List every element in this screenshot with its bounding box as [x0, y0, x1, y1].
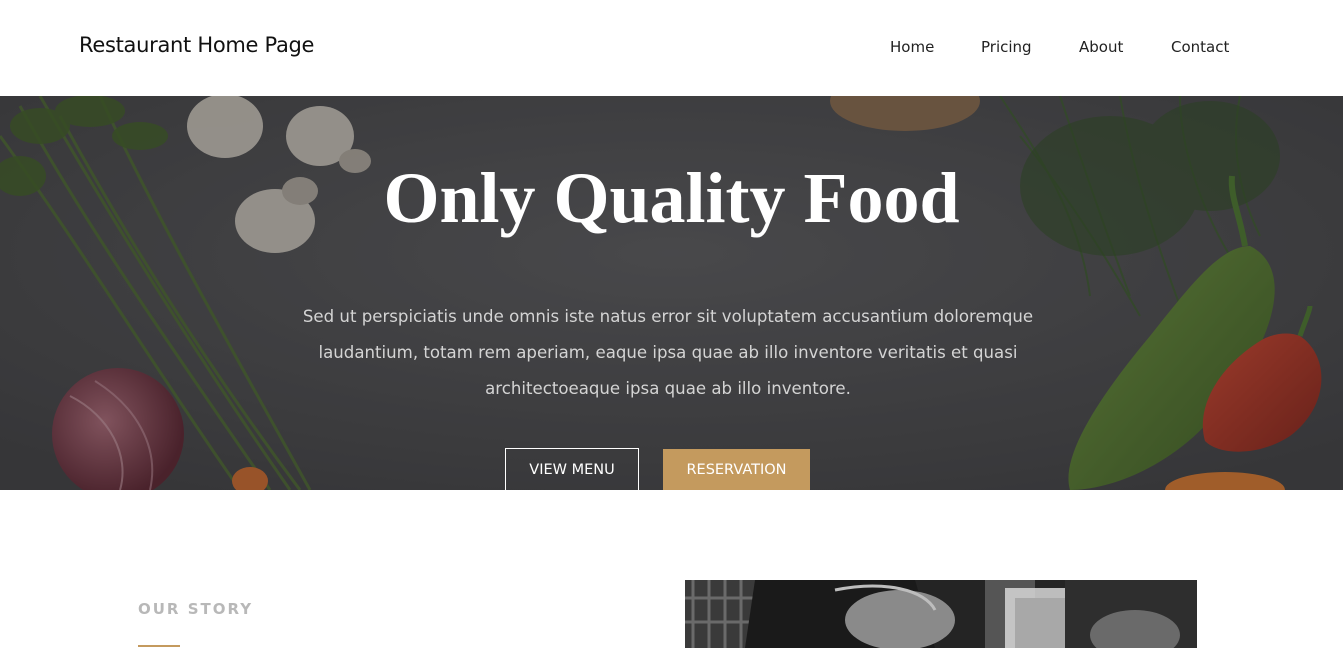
nav-home-link[interactable]: Home — [890, 38, 934, 56]
nav-contact-link[interactable]: Contact — [1171, 38, 1229, 56]
nav-about-link[interactable]: About — [1079, 38, 1123, 56]
section-label: OUR STORY — [138, 600, 254, 618]
site-header: Restaurant Home Page Home Pricing About … — [0, 0, 1343, 96]
story-photo — [685, 580, 1197, 648]
section-divider — [138, 645, 180, 647]
hero-title: Only Quality Food — [383, 158, 960, 238]
reservation-button[interactable]: RESERVATION — [663, 449, 810, 490]
nav-pricing-link[interactable]: Pricing — [981, 38, 1032, 56]
main-nav: Home Pricing About Contact — [0, 38, 1343, 58]
hero-section: Only Quality Food Sed ut perspiciatis un… — [0, 96, 1343, 490]
view-menu-button[interactable]: VIEW MENU — [505, 448, 639, 490]
kitchen-photo-image — [685, 580, 1197, 648]
hero-description: Sed ut perspiciatis unde omnis iste natu… — [302, 307, 1034, 398]
